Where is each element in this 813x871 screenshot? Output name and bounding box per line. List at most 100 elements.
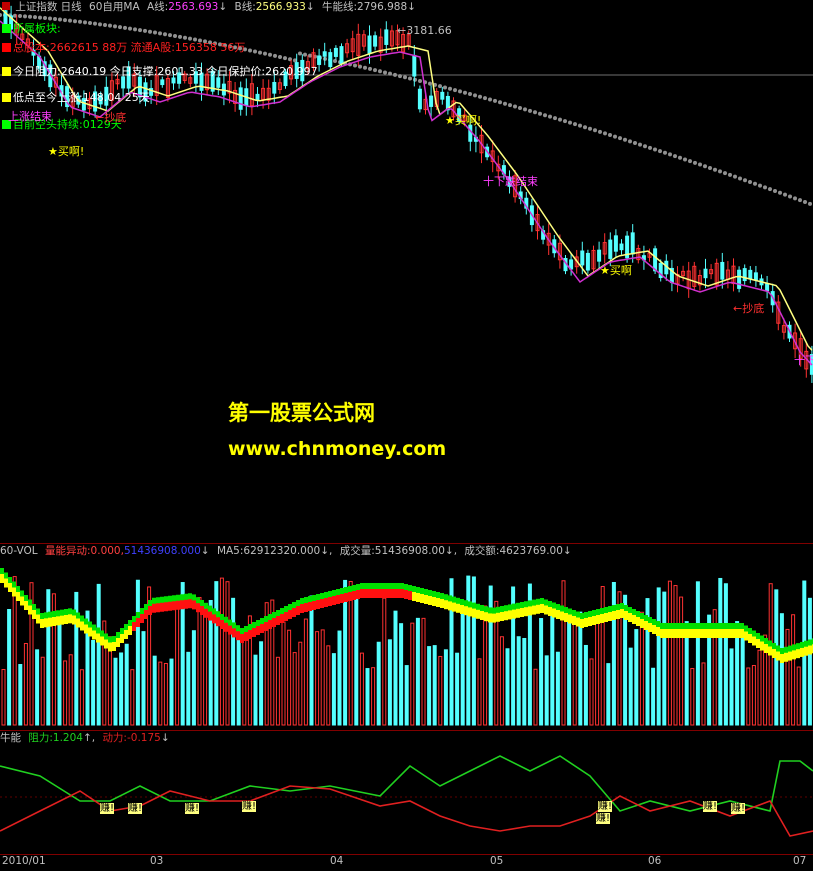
dotted-ma-point — [58, 17, 62, 22]
volume-bar — [651, 667, 656, 726]
kline-header: 上证指数 日线 60自用MA A线:2563.693↓ B线:2566.933↓… — [0, 0, 420, 14]
volume-bar — [359, 652, 364, 726]
candle-body — [317, 55, 322, 65]
a-line-value: 2563.693 — [168, 1, 219, 13]
bull-energy-pane[interactable]: 牛能 阻力:1.204↑, 动力:-0.175↓ 赚! 赚! 赚! 赚! 赚! … — [0, 730, 813, 855]
volume-band-fill — [576, 617, 580, 627]
dotted-ma-point — [173, 33, 177, 38]
candle-body — [238, 87, 243, 110]
dotted-ma-point — [33, 15, 37, 20]
volume-band-fill — [516, 608, 520, 618]
yellow-square-icon — [2, 67, 11, 76]
dotted-ma-point — [713, 167, 717, 172]
volume-band-fill — [740, 629, 744, 638]
dotted-ma-point — [253, 49, 257, 54]
a-line-label: A线: — [146, 1, 169, 13]
volume-band-fill — [664, 629, 668, 638]
volume-band-fill — [592, 616, 596, 625]
volume-band-fill — [692, 629, 696, 638]
volume-band-fill — [20, 596, 24, 606]
a-line-arrow: ↓ — [218, 1, 228, 13]
dotted-ma-point — [133, 27, 137, 32]
volume-band-fill — [716, 629, 720, 638]
volume-band-fill — [688, 629, 692, 638]
volume-bar — [555, 651, 560, 726]
volume-band-fill — [700, 629, 704, 638]
volume-band-fill — [728, 629, 732, 638]
indicator-name[interactable]: 60自用MA — [89, 1, 140, 13]
volume-bar — [163, 662, 168, 726]
volume-band-fill — [332, 596, 336, 605]
volume-indicator-name[interactable]: 60-VOL — [0, 545, 38, 557]
kline-chart[interactable] — [0, 0, 813, 543]
volume-bar — [561, 580, 566, 726]
volume-bar — [298, 641, 303, 726]
volume-band-fill — [192, 600, 196, 610]
volume-band-fill — [472, 608, 476, 618]
red-square-icon — [2, 43, 11, 52]
volume-band-fill — [568, 614, 572, 624]
volume-band-fill — [200, 606, 204, 615]
volume-band-fill — [676, 629, 680, 638]
volume-band-fill — [632, 615, 636, 624]
volume-bar — [309, 595, 314, 726]
volume-band-fill — [240, 634, 244, 643]
dotted-ma-point — [573, 122, 577, 127]
dotted-ma-point — [53, 17, 57, 22]
volume-bar — [746, 667, 751, 726]
dotted-ma-point — [538, 111, 542, 116]
volume-bar — [158, 661, 163, 726]
dotted-ma-point — [278, 54, 282, 59]
volume-bar — [673, 585, 678, 726]
volume-bar — [499, 636, 504, 726]
volume-band-fill — [788, 651, 792, 661]
volume-band-fill — [272, 618, 276, 627]
bn-indicator-name[interactable]: 牛能 — [0, 732, 21, 744]
dotted-ma-point — [803, 200, 807, 205]
candle-body — [272, 81, 277, 94]
volume-band-fill — [560, 611, 564, 621]
volume-band-fill — [336, 595, 340, 604]
bull-energy-header: 牛能 阻力:1.204↑, 动力:-0.175↓ — [0, 732, 170, 744]
volume-bar — [337, 630, 342, 726]
date-axis: 2010/01 03 04 05 06 07 — [0, 854, 813, 871]
dotted-ma-point — [628, 139, 632, 144]
volume-bar — [259, 641, 264, 726]
dotted-ma-point — [468, 92, 472, 97]
volume-band-fill — [268, 620, 272, 629]
volume-chart[interactable] — [0, 544, 813, 731]
volume-band-fill — [176, 600, 180, 610]
volume-bar — [12, 576, 17, 726]
volume-bar — [572, 612, 577, 726]
dotted-ma-point — [308, 53, 312, 58]
bull-energy-chart[interactable] — [0, 731, 813, 855]
dotted-ma-point — [623, 137, 627, 142]
volume-bar — [634, 629, 639, 726]
dotted-ma-point — [263, 51, 267, 56]
volume-band-fill — [52, 617, 56, 626]
dotted-ma-point — [63, 18, 67, 23]
volume-band-fill — [168, 601, 172, 611]
dotted-ma-point — [303, 52, 307, 57]
dotted-ma-point — [548, 114, 552, 119]
candle-body — [613, 235, 618, 252]
volume-pane[interactable]: 60-VOL 量能异动:0.000,51436908.000↓ MA5:6291… — [0, 543, 813, 731]
volume-band-fill — [196, 603, 200, 613]
volume-bar — [371, 667, 376, 726]
dotted-ma-point — [523, 107, 527, 112]
volume-band-fill — [180, 600, 184, 610]
dotted-ma-point — [753, 181, 757, 186]
green-square-icon — [2, 24, 11, 33]
volume-bar — [18, 664, 23, 726]
close-icon[interactable] — [2, 2, 10, 10]
dotted-ma-point — [748, 179, 752, 184]
volume-band-fill — [608, 612, 612, 621]
kline-pane[interactable]: 上证指数 日线 60自用MA A线:2563.693↓ B线:2566.933↓… — [0, 0, 813, 543]
volume-band-fill — [680, 629, 684, 638]
dotted-ma-point — [18, 14, 22, 19]
candle-body — [703, 268, 708, 279]
high-price-label: ←3181.66 — [397, 24, 452, 37]
volume-band-fill — [440, 599, 444, 608]
volume-band-fill — [468, 607, 472, 617]
dotted-ma-point — [658, 149, 662, 154]
